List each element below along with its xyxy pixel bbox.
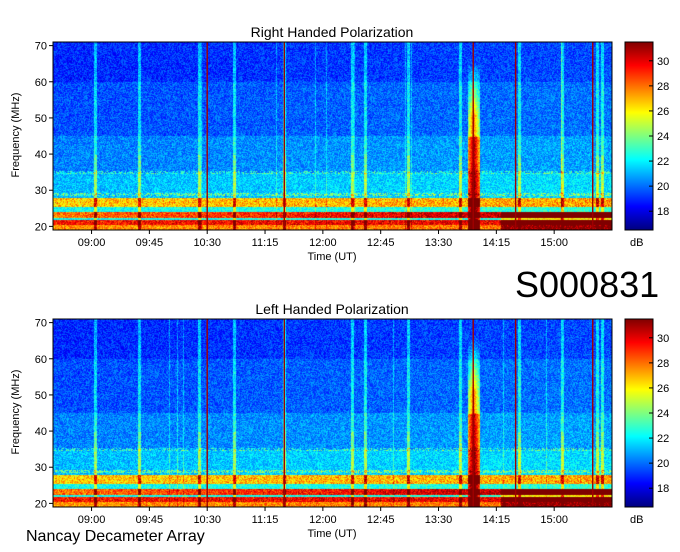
- colorbar-tick-label: 20: [657, 181, 669, 193]
- chart-title: Right Handed Polarization: [250, 24, 414, 40]
- y-tick-label: 70: [35, 318, 47, 330]
- colorbar: [624, 41, 654, 231]
- x-tick-label: 12:00: [309, 514, 337, 526]
- colorbar-tick-label: 26: [657, 383, 669, 395]
- spectrogram-panel: 20 30 40 50 60 70 09:00 09:45 10:30 11:15 12:00 12:…: [35, 318, 670, 526]
- x-tick-label: 10:30: [193, 514, 221, 526]
- y-tick-label: 40: [35, 149, 47, 161]
- y-tick-label: 50: [35, 113, 47, 125]
- y-tick-label: 60: [35, 77, 47, 89]
- y-axis-label: Frequency (MHz): [10, 92, 22, 178]
- colorbar-tick-label: 26: [657, 106, 669, 118]
- x-tick-label: 09:45: [136, 514, 164, 526]
- x-tick-label: 15:00: [540, 237, 568, 249]
- x-tick-label: 11:15: [252, 514, 279, 526]
- observation-id: S000831: [515, 264, 660, 305]
- colorbar-label: dB: [630, 237, 644, 249]
- colorbar-tick-label: 24: [657, 131, 669, 143]
- x-tick-label: 14:15: [483, 514, 511, 526]
- x-tick-label: 09:00: [78, 237, 106, 249]
- y-tick-label: 70: [35, 41, 47, 53]
- colorbar-tick-label: 22: [657, 433, 669, 445]
- x-tick-label: 10:30: [193, 237, 221, 249]
- colorbar: [624, 318, 654, 508]
- x-tick-label: 12:00: [309, 237, 337, 249]
- colorbar-tick-label: 30: [657, 56, 669, 68]
- y-axis-label: Frequency (MHz): [10, 369, 22, 455]
- x-tick-label: 09:45: [136, 237, 164, 249]
- x-tick-label: 12:45: [367, 514, 395, 526]
- x-tick-label: 12:45: [367, 237, 395, 249]
- colorbar-tick-label: 22: [657, 156, 669, 168]
- y-tick-label: 20: [35, 221, 47, 233]
- colorbar-tick-label: 20: [657, 458, 669, 470]
- x-tick-label: 09:00: [78, 514, 106, 526]
- x-tick-label: 14:15: [483, 237, 511, 249]
- colorbar-tick-label: 18: [657, 483, 669, 495]
- y-tick-label: 30: [35, 185, 47, 197]
- colorbar-tick-label: 30: [657, 333, 669, 345]
- footer-caption: Nancay Decameter Array: [26, 528, 205, 545]
- x-tick-label: 15:00: [540, 514, 568, 526]
- y-tick-label: 60: [35, 354, 47, 366]
- y-tick-label: 40: [35, 426, 47, 438]
- spectrogram-panel: 20 30 40 50 60 70 09:00 09:45 10:30 11:15 12:00 12:…: [35, 41, 670, 249]
- x-tick-label: 13:30: [425, 237, 453, 249]
- colorbar-tick-label: 24: [657, 408, 669, 420]
- colorbar-tick-label: 28: [657, 81, 669, 93]
- x-tick-label: 13:30: [425, 514, 453, 526]
- colorbar-tick-label: 28: [657, 358, 669, 370]
- x-tick-label: 11:15: [252, 237, 279, 249]
- colorbar-tick-label: 18: [657, 206, 669, 218]
- y-tick-label: 20: [35, 498, 47, 510]
- spectrogram-raster: [53, 42, 612, 230]
- y-tick-label: 50: [35, 390, 47, 402]
- y-tick-label: 30: [35, 462, 47, 474]
- spectrogram-raster: [53, 319, 612, 507]
- colorbar-label: dB: [630, 514, 644, 526]
